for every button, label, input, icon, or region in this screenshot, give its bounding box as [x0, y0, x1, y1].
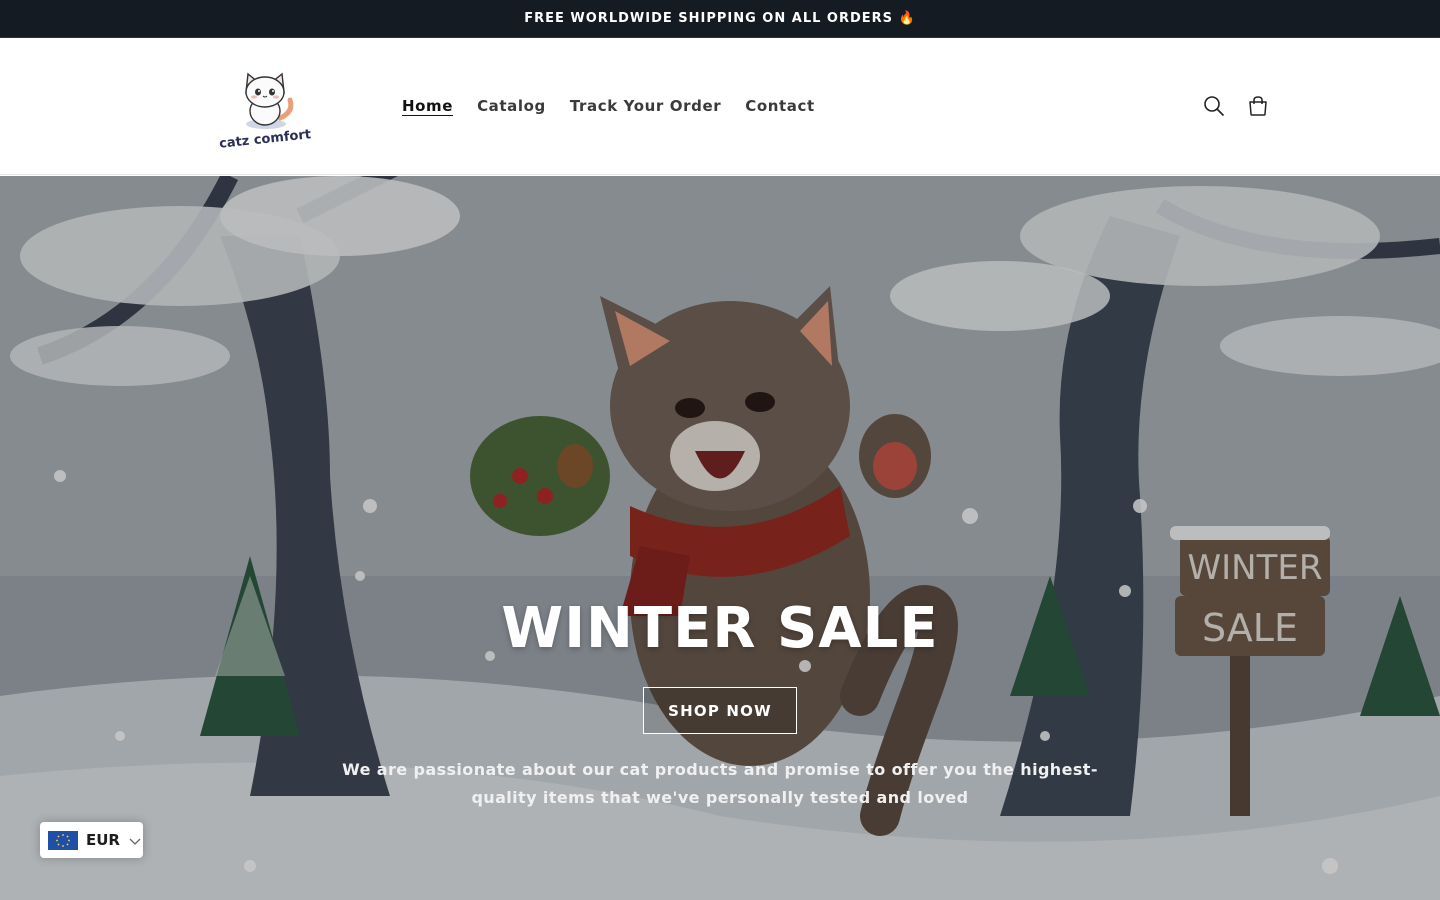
nav-track-order[interactable]: Track Your Order [558, 89, 733, 123]
shop-now-button[interactable]: SHOP NOW [643, 687, 797, 734]
hero-content: WINTER SALE SHOP NOW We are passionate a… [0, 596, 1440, 812]
cart-icon[interactable] [1246, 94, 1270, 118]
eu-flag-icon [48, 830, 78, 850]
currency-code: EUR [86, 831, 120, 849]
hero-banner: WINTER SALE WINTER SALE SHOP NOW We are … [0, 176, 1440, 900]
hero-title: WINTER SALE [501, 596, 939, 661]
announcement-bar: FREE WORLDWIDE SHIPPING ON ALL ORDERS 🔥 [0, 0, 1440, 38]
currency-selector[interactable]: EUR [40, 822, 143, 858]
nav-home[interactable]: Home [390, 89, 465, 123]
site-logo[interactable]: catz comfort [210, 56, 320, 156]
site-header: catz comfort Home Catalog Track Your Ord… [0, 38, 1440, 175]
main-nav: Home Catalog Track Your Order Contact [390, 89, 827, 123]
search-icon[interactable] [1202, 94, 1226, 118]
announcement-text: FREE WORLDWIDE SHIPPING ON ALL ORDERS 🔥 [524, 11, 916, 26]
hero-subtitle: We are passionate about our cat products… [342, 760, 1098, 807]
nav-contact[interactable]: Contact [733, 89, 827, 123]
cat-logo-icon [245, 72, 294, 129]
header-icons [1202, 94, 1270, 118]
nav-catalog[interactable]: Catalog [465, 89, 558, 123]
chevron-down-icon [128, 831, 142, 850]
